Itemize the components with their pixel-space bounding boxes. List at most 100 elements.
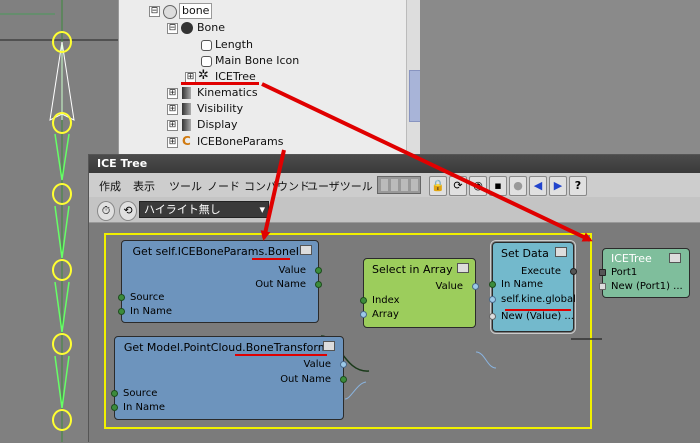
highlight-dropdown[interactable]: ハイライト無し ▾: [139, 201, 269, 218]
collapse-icon[interactable]: ⊟: [149, 6, 160, 17]
port-source[interactable]: [118, 294, 125, 301]
port-label: Value: [435, 281, 463, 292]
memo-slots[interactable]: [377, 176, 421, 194]
port-label: Execute: [521, 266, 561, 277]
menu-node[interactable]: ノード: [207, 178, 240, 194]
ice-tree-window: ICE Tree 作成 表示 ツール ノード コンパウンド ユーザツール 🔒 ⟳…: [88, 154, 700, 443]
underline-boneid: [252, 258, 290, 260]
expand-icon[interactable]: ⊞: [167, 104, 178, 115]
port-label: New (Value) ...: [501, 311, 574, 322]
port-outname[interactable]: [340, 376, 347, 383]
port-label: Out Name: [255, 279, 306, 290]
disabled-icon[interactable]: ●: [509, 176, 527, 196]
menu-create[interactable]: 作成: [99, 178, 121, 194]
node-menu-icon[interactable]: [323, 341, 335, 351]
node-menu-icon[interactable]: [300, 245, 312, 255]
tree-item-kinematics[interactable]: ⊞ Kinematics: [167, 85, 287, 101]
port-new[interactable]: [489, 313, 496, 320]
tree-item-length[interactable]: Length: [199, 37, 319, 53]
node-title: ICETree: [611, 252, 652, 265]
timer-refresh-icon[interactable]: ⟲: [119, 201, 137, 221]
tree-item-main-bone-icon[interactable]: Main Bone Icon: [199, 53, 339, 69]
port-array[interactable]: [360, 311, 367, 318]
port-outname[interactable]: [315, 281, 322, 288]
port-label: Port1: [611, 267, 638, 278]
collapse-icon[interactable]: ⊟: [167, 23, 178, 34]
port-label: Out Name: [280, 374, 331, 385]
port-value[interactable]: [340, 361, 347, 368]
node-select-in-array[interactable]: Select in Array Value Index Array: [360, 258, 479, 328]
node-set-data[interactable]: Set Data Execute In Name self.kine.globa…: [489, 240, 577, 334]
tree-item-bone-prim[interactable]: ⊟ Bone: [167, 20, 287, 36]
port-label: Source: [130, 292, 165, 303]
expand-icon[interactable]: ⊞: [167, 137, 178, 148]
custom-property-icon: C: [182, 134, 191, 148]
menu-tools[interactable]: ツール: [169, 178, 202, 194]
dropdown-value: ハイライト無し: [144, 203, 221, 216]
model-icon: [163, 5, 177, 19]
tree-label: Kinematics: [197, 86, 258, 99]
tree-item-bone[interactable]: ⊟ bone: [149, 3, 219, 19]
arrow-left-icon[interactable]: ◀: [529, 176, 547, 196]
port-inname[interactable]: [489, 281, 496, 288]
background-area: [420, 0, 700, 156]
underline-bonetransforms: [235, 354, 327, 356]
title-key: BoneTransforms: [245, 341, 335, 354]
port-target[interactable]: [489, 296, 496, 303]
port-value[interactable]: [315, 267, 322, 274]
node-get-boneid[interactable]: Get self.ICEBoneParams.BoneID Value Out …: [118, 240, 322, 323]
menu-user-tools[interactable]: ユーザツール: [307, 178, 373, 194]
port-label: In Name: [123, 402, 165, 413]
node-title: Get self.ICEBoneParams.BoneID: [122, 245, 318, 258]
refresh-icon[interactable]: ⟳: [449, 176, 467, 196]
node-menu-icon[interactable]: [555, 247, 567, 257]
lock-icon[interactable]: 🔒: [429, 176, 447, 196]
property-icon: [201, 56, 212, 67]
arrow-right-icon[interactable]: ▶: [549, 176, 567, 196]
port-label: New (Port1) ...: [611, 281, 683, 292]
port-source[interactable]: [111, 390, 118, 397]
property-icon: [201, 40, 212, 51]
tree-label: Bone: [197, 21, 226, 34]
expand-icon[interactable]: ⊞: [167, 88, 178, 99]
property-set-icon: [182, 87, 191, 99]
record-icon[interactable]: ◉: [469, 176, 487, 196]
port-port1[interactable]: [599, 269, 606, 276]
property-set-icon: [182, 119, 191, 131]
tree-item-iceboneparams[interactable]: ⊞ C ICEBoneParams: [167, 134, 317, 150]
port-value[interactable]: [472, 283, 479, 290]
port-label: Source: [123, 388, 158, 399]
timer-icon[interactable]: ⏱: [97, 201, 115, 221]
gear-icon: ✲: [198, 68, 209, 83]
port-execute[interactable]: [570, 268, 577, 275]
tree-label: Visibility: [197, 102, 244, 115]
expand-icon[interactable]: ⊞: [167, 120, 178, 131]
menu-view[interactable]: 表示: [133, 178, 155, 194]
explorer-panel: ⊟ bone ⊟ Bone Length Main Bone Icon ⊞ ✲ …: [118, 0, 421, 156]
node-menu-icon[interactable]: [669, 253, 681, 263]
port-index[interactable]: [360, 297, 367, 304]
tree-label: bone: [179, 3, 213, 19]
node-title: Get Model.PointCloud.BoneTransforms: [115, 341, 343, 354]
node-menu-icon[interactable]: [457, 263, 469, 273]
port-inname[interactable]: [118, 308, 125, 315]
tree-label: Length: [215, 38, 253, 51]
property-set-icon: [182, 103, 191, 115]
node-graph-canvas[interactable]: Get self.ICEBoneParams.BoneID Value Out …: [89, 223, 700, 443]
underline-icetree: [181, 82, 259, 85]
title-prefix: Get self.ICEBoneParams.: [132, 245, 268, 258]
bone-icon: [181, 22, 193, 34]
chevron-down-icon: ▾: [259, 203, 265, 216]
port-inname[interactable]: [111, 404, 118, 411]
help-icon[interactable]: ?: [569, 176, 587, 196]
clear-icon[interactable]: ▪: [489, 176, 507, 196]
node-icetree[interactable]: ICETree Port1 New (Port1) ...: [599, 248, 690, 298]
explorer-scrollbar[interactable]: [406, 0, 421, 156]
node-get-bonetransforms[interactable]: Get Model.PointCloud.BoneTransforms Valu…: [111, 336, 347, 420]
menu-compound[interactable]: コンパウンド: [244, 178, 310, 194]
menu-bar: 作成 表示 ツール ノード コンパウンド ユーザツール 🔒 ⟳ ◉ ▪ ● ◀ …: [89, 173, 700, 197]
tree-item-visibility[interactable]: ⊞ Visibility: [167, 101, 287, 117]
port-new[interactable]: [599, 283, 606, 290]
tree-item-display[interactable]: ⊞ Display: [167, 117, 287, 133]
title-prefix: Get Model.PointCloud.: [123, 341, 246, 354]
